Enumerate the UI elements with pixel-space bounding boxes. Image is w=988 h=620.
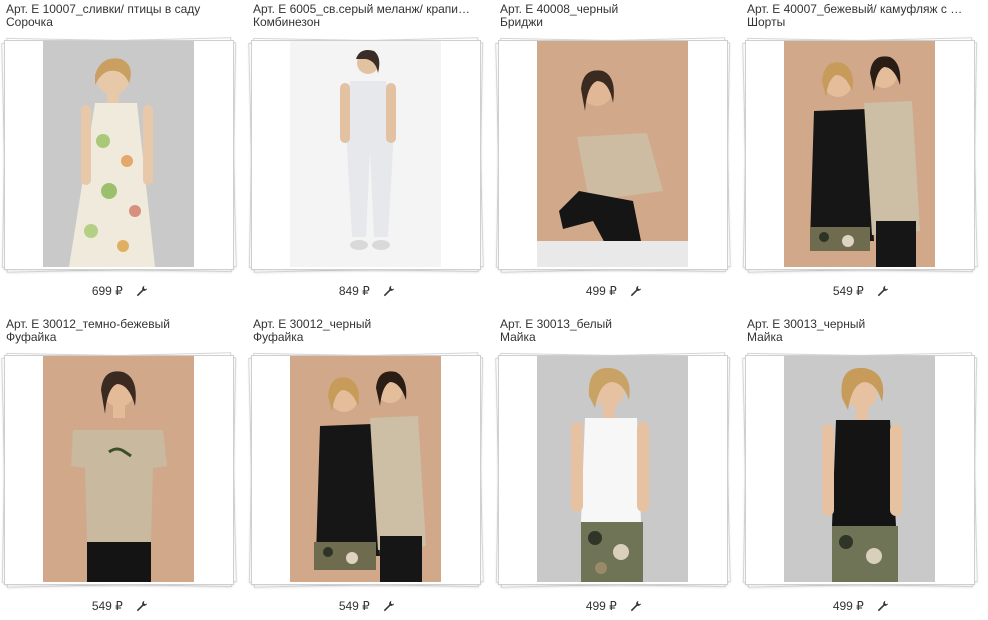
product-card[interactable]: Арт. E 10007_сливки/ птицы в саду Сорочк… [0,0,240,305]
product-card[interactable]: Арт. E 30012_темно-бежевый Фуфайка 549 ₽ [0,315,240,620]
sheet-front [251,355,481,585]
product-photo[interactable] [43,41,194,267]
product-article: Арт. E 10007_сливки/ птицы в саду [6,3,201,16]
wrench-icon[interactable] [383,285,395,297]
wrench-icon[interactable] [877,285,889,297]
product-price: 549 ₽ [338,598,370,613]
product-article: Арт. E 40007_бежевый/ камуфляж с динозав… [747,3,967,16]
product-image-stack[interactable] [741,347,981,592]
sheet-front [745,355,975,585]
product-type: Сорочка [6,16,53,29]
sheet-front [498,40,728,270]
price-row: 549 ₽ [0,598,240,614]
product-image-stack[interactable] [0,347,240,592]
price-row: 699 ₽ [0,283,240,299]
product-grid: Арт. E 10007_сливки/ птицы в саду Сорочк… [0,0,988,614]
product-card[interactable]: Арт. E 30013_черный Майка 499 ₽ [741,315,981,620]
wrench-icon[interactable] [877,600,889,612]
product-image-stack[interactable] [247,32,487,277]
sheet-front [498,355,728,585]
product-card[interactable]: Арт. E 30013_белый Майка 499 ₽ [494,315,734,620]
product-photo[interactable] [537,41,688,267]
price-row: 499 ₽ [494,598,734,614]
wrench-icon[interactable] [383,600,395,612]
product-price: 499 ₽ [585,598,617,613]
product-article: Арт. E 30012_черный [253,318,372,331]
product-photo[interactable] [784,41,935,267]
product-type: Майка [747,331,783,344]
product-photo[interactable] [537,356,688,582]
price-row: 849 ₽ [247,283,487,299]
product-photo[interactable] [290,356,441,582]
price-row: 549 ₽ [741,283,981,299]
product-card[interactable]: Арт. E 40007_бежевый/ камуфляж с динозав… [741,0,981,305]
product-price: 549 ₽ [91,598,123,613]
product-article: Арт. E 30013_белый [500,318,612,331]
product-price: 699 ₽ [91,283,123,298]
product-type: Фуфайка [6,331,57,344]
wrench-icon[interactable] [136,600,148,612]
product-type: Фуфайка [253,331,304,344]
product-article: Арт. E 30013_черный [747,318,866,331]
product-price: 849 ₽ [338,283,370,298]
product-type: Бриджи [500,16,543,29]
product-price: 499 ₽ [832,598,864,613]
product-image-stack[interactable] [494,347,734,592]
product-photo[interactable] [290,41,441,267]
sheet-front [745,40,975,270]
product-price: 499 ₽ [585,283,617,298]
product-type: Шорты [747,16,786,29]
product-article: Арт. E 40008_черный [500,3,619,16]
price-row: 549 ₽ [247,598,487,614]
product-image-stack[interactable] [0,32,240,277]
product-type: Майка [500,331,536,344]
price-row: 499 ₽ [494,283,734,299]
product-photo[interactable] [784,356,935,582]
product-article: Арт. E 6005_св.серый меланж/ крапинка [253,3,473,16]
product-image-stack[interactable] [247,347,487,592]
sheet-front [251,40,481,270]
product-card[interactable]: Арт. E 30012_черный Фуфайка 549 ₽ [247,315,487,620]
sheet-front [4,355,234,585]
wrench-icon[interactable] [630,285,642,297]
product-price: 549 ₽ [832,283,864,298]
product-card[interactable]: Арт. E 6005_св.серый меланж/ крапинка Ко… [247,0,487,305]
product-card[interactable]: Арт. E 40008_черный Бриджи 499 ₽ [494,0,734,305]
sheet-front [4,40,234,270]
product-photo[interactable] [43,356,194,582]
price-row: 499 ₽ [741,598,981,614]
product-article: Арт. E 30012_темно-бежевый [6,318,170,331]
product-image-stack[interactable] [741,32,981,277]
wrench-icon[interactable] [136,285,148,297]
product-image-stack[interactable] [494,32,734,277]
wrench-icon[interactable] [630,600,642,612]
product-type: Комбинезон [253,16,321,29]
